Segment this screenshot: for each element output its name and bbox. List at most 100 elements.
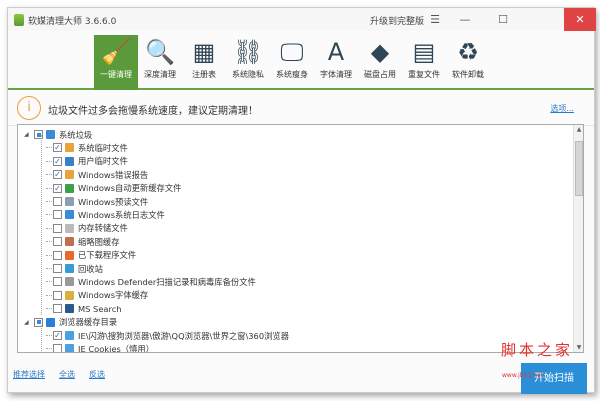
tool-label: 磁盘占用	[364, 70, 396, 79]
tool-label: 重复文件	[408, 70, 440, 79]
tool-8[interactable]: ♻ 软件卸载	[446, 35, 490, 88]
options-link[interactable]: 选项...	[550, 103, 574, 114]
tree-item[interactable]: Windows字体缓存	[46, 289, 148, 302]
item-icon	[65, 237, 74, 247]
menu-button[interactable]: ☰	[418, 8, 452, 31]
tool-4[interactable]: 🖵 系统瘦身	[270, 35, 314, 88]
item-checkbox[interactable]: ✓	[53, 183, 62, 193]
toolbar: 🧹 一键清理 🔍 深度清理 ▦ 注册表 ⛓ 系统隐私 🖵 系统瘦身 A 字体清理 ◆ 磁盘占用 ▤ 重复文件 ♻…	[8, 31, 594, 90]
item-checkbox[interactable]	[53, 290, 62, 300]
item-checkbox[interactable]: ✓	[53, 143, 62, 153]
item-checkbox[interactable]	[53, 197, 62, 206]
item-checkbox[interactable]	[53, 237, 62, 247]
scroll-thumb[interactable]	[575, 141, 583, 196]
privacy-link-icon: ⛓	[232, 38, 264, 66]
minimize-button[interactable]: —	[448, 8, 482, 31]
tree-item[interactable]: ✓ 系统临时文件	[46, 141, 128, 154]
item-icon	[65, 304, 74, 314]
tree-item[interactable]: Windows Defender扫描记录和病毒库备份文件	[46, 275, 256, 288]
item-icon	[65, 331, 74, 340]
tree-item[interactable]: ✓ Windows自动更新缓存文件	[46, 182, 181, 195]
tree-item[interactable]: MS Search	[46, 302, 122, 315]
tree-item[interactable]: ✓ Windows错误报告	[46, 168, 148, 181]
recycle-icon: ♻	[457, 38, 479, 66]
tree-item[interactable]: Windows系统日志文件	[46, 208, 165, 221]
item-label: 系统垃圾	[59, 129, 93, 140]
item-label: Windows字体缓存	[78, 290, 149, 301]
item-checkbox[interactable]	[53, 223, 62, 233]
item-label: Windows Defender扫描记录和病毒库备份文件	[78, 276, 256, 287]
tree-item[interactable]: 已下载程序文件	[46, 249, 136, 262]
item-icon	[65, 250, 74, 260]
tree-item[interactable]: 内存转储文件	[46, 222, 128, 235]
item-label: 浏览器缓存目录	[59, 317, 118, 328]
notice-text: 垃圾文件过多会拖慢系统速度，建议定期清理！	[48, 106, 258, 117]
notice-bar: i 垃圾文件过多会拖慢系统速度，建议定期清理！ 选项...	[8, 92, 594, 126]
scroll-down-icon[interactable]: ▼	[574, 344, 583, 351]
item-icon	[65, 223, 74, 233]
item-label: 用户临时文件	[78, 156, 128, 167]
collapse-icon[interactable]: ◢	[24, 319, 32, 326]
invert-select-link[interactable]: 反选	[89, 369, 105, 380]
item-checkbox[interactable]	[53, 264, 62, 273]
tool-6[interactable]: ◆ 磁盘占用	[358, 35, 402, 88]
tool-label: 深度清理	[144, 70, 176, 79]
broom-icon: 🧹	[101, 38, 131, 66]
item-checkbox[interactable]: ✓	[53, 156, 62, 166]
item-checkbox[interactable]	[53, 304, 62, 314]
item-icon	[65, 264, 74, 273]
tool-7[interactable]: ▤ 重复文件	[402, 35, 446, 88]
item-checkbox[interactable]	[53, 344, 62, 352]
item-label: Windows系统日志文件	[78, 209, 165, 220]
main-window: 软媒清理大师 3.6.6.0 升级到完整版 ☰ — ☐ ✕ 🧹 一键清理 🔍 深度清理…	[7, 7, 596, 394]
watermark: 脚本之家	[501, 341, 574, 359]
recommended-select-link[interactable]: 推荐选择	[13, 369, 45, 380]
scrollbar[interactable]: ▲ ▼	[573, 125, 583, 352]
upgrade-link[interactable]: 升级到完整版	[370, 14, 424, 27]
item-label: Windows自动更新缓存文件	[78, 183, 182, 194]
tree-item[interactable]: ✓ IE\闪游\搜狗浏览器\傲游\QQ浏览器\世界之窗\360浏览器	[46, 329, 289, 342]
tool-label: 系统隐私	[232, 70, 264, 79]
maximize-button[interactable]: ☐	[486, 8, 520, 31]
item-icon	[46, 317, 55, 327]
tool-5[interactable]: A 字体清理	[314, 35, 358, 88]
disk-icon: ◆	[370, 38, 390, 66]
item-label: 回收站	[78, 263, 103, 274]
item-checkbox[interactable]	[53, 250, 62, 260]
info-icon: i	[17, 96, 41, 120]
tree-item[interactable]: Windows预读文件	[46, 195, 148, 208]
close-button[interactable]: ✕	[564, 8, 596, 31]
magnifier-icon: 🔍	[145, 38, 175, 66]
item-checkbox[interactable]	[53, 277, 62, 287]
tool-2[interactable]: ▦ 注册表	[182, 35, 226, 88]
item-checkbox[interactable]	[53, 210, 62, 220]
monitor-icon: 🖵	[280, 38, 304, 66]
font-icon: A	[327, 38, 345, 66]
title-bar: 软媒清理大师 3.6.6.0 升级到完整版 ☰ — ☐ ✕	[8, 8, 596, 31]
tool-label: 系统瘦身	[276, 70, 308, 79]
item-icon	[65, 344, 74, 352]
collapse-icon[interactable]: ◢	[24, 131, 32, 138]
tool-3[interactable]: ⛓ 系统隐私	[226, 35, 270, 88]
tree-item[interactable]: ◢ 浏览器缓存目录	[24, 316, 117, 329]
window-title: 软媒清理大师 3.6.6.0	[28, 17, 117, 27]
tree-item[interactable]: 回收站	[46, 262, 103, 275]
item-label: 内存转储文件	[78, 223, 128, 234]
item-checkbox[interactable]: ✓	[53, 170, 62, 180]
tree-item[interactable]: 缩略图缓存	[46, 235, 120, 248]
tree-item[interactable]: ✓ 用户临时文件	[46, 155, 128, 168]
tool-0[interactable]: 🧹 一键清理	[94, 35, 138, 90]
tool-label: 软件卸载	[452, 70, 484, 79]
tool-1[interactable]: 🔍 深度清理	[138, 35, 182, 88]
item-checkbox[interactable]: ✓	[53, 331, 62, 340]
item-icon	[65, 183, 74, 193]
scroll-up-icon[interactable]: ▲	[574, 126, 583, 133]
duplicate-grid-icon: ▤	[412, 38, 436, 66]
tool-label: 一键清理	[100, 70, 132, 79]
select-all-link[interactable]: 全选	[59, 369, 75, 380]
item-icon	[65, 156, 74, 166]
item-label: Windows预读文件	[78, 196, 149, 207]
tree-item[interactable]: ◢ 系统垃圾	[24, 128, 92, 141]
tool-label: 字体清理	[320, 70, 352, 79]
tree-item[interactable]: IE Cookies（慎用）	[46, 342, 154, 352]
